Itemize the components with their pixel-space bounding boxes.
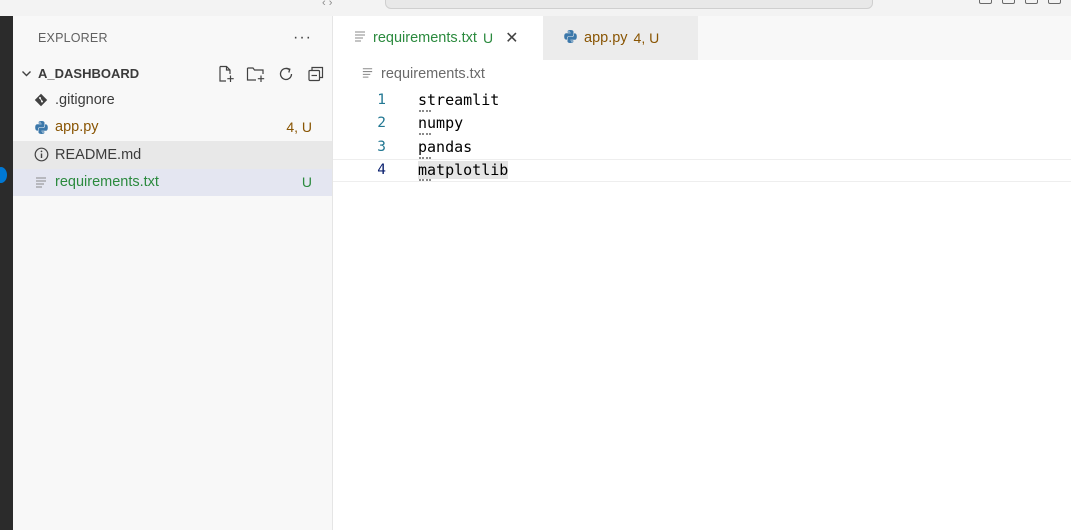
command-center[interactable] — [385, 0, 873, 9]
folder-actions — [215, 63, 326, 84]
editor-area: requirements.txt U ✕ app.py 4, U require… — [333, 16, 1071, 530]
git-status-badge: U — [301, 174, 312, 191]
python-icon — [33, 119, 49, 135]
customize-layout-icon[interactable] — [1048, 0, 1061, 4]
file-item-gitignore[interactable]: .gitignore — [13, 86, 332, 114]
code-line[interactable]: 2 numpy — [333, 112, 1071, 135]
file-item-app-py[interactable]: app.py 4, U — [13, 114, 332, 142]
line-number: 3 — [377, 138, 386, 155]
line-number: 4 — [377, 162, 386, 179]
line-number: 2 — [377, 115, 386, 132]
text-file-icon — [33, 174, 49, 190]
git-status-badge: 4, U — [286, 119, 312, 136]
tab-label: app.py — [584, 30, 628, 46]
close-icon[interactable]: ✕ — [505, 28, 518, 48]
info-icon — [33, 147, 49, 163]
line-text[interactable]: pandas — [418, 138, 472, 156]
tab-app-py[interactable]: app.py 4, U — [543, 16, 698, 60]
file-item-requirements[interactable]: requirements.txt U — [13, 168, 332, 196]
layout-controls — [979, 0, 1061, 4]
folder-name: A_DASHBOARD — [38, 65, 140, 81]
tab-requirements[interactable]: requirements.txt U ✕ — [333, 16, 543, 60]
code-line-current[interactable]: 4 matplotlib — [333, 158, 1071, 182]
nav-arrows[interactable]: ‹ › — [322, 0, 332, 9]
toggle-primary-sidebar-icon[interactable] — [979, 0, 992, 4]
line-number: 1 — [377, 91, 386, 108]
file-name: requirements.txt — [55, 174, 159, 191]
file-name: README.md — [55, 146, 142, 163]
activity-badge — [0, 167, 7, 183]
file-item-readme[interactable]: README.md — [13, 141, 332, 169]
explorer-title: EXPLORER — [38, 31, 108, 45]
hint-squiggle — [419, 178, 431, 181]
more-actions-button[interactable]: ··· — [293, 29, 312, 47]
code-line[interactable]: 1 streamlit — [333, 88, 1071, 112]
title-bar: ‹ › — [0, 0, 1071, 16]
folder-row[interactable]: A_DASHBOARD — [13, 60, 332, 86]
tab-bar: requirements.txt U ✕ app.py 4, U — [333, 16, 1071, 60]
file-name: app.py — [55, 119, 99, 136]
text-file-icon — [353, 29, 367, 47]
tab-git-badge: U — [482, 30, 494, 46]
file-name: .gitignore — [55, 91, 115, 108]
python-icon — [563, 29, 578, 48]
new-folder-icon[interactable] — [245, 63, 266, 84]
code-editor[interactable]: 1 streamlit 2 numpy 3 pandas 4 matplotli… — [333, 88, 1071, 182]
code-line[interactable]: 3 pandas — [333, 135, 1071, 159]
activity-bar — [0, 16, 13, 530]
chevron-down-icon[interactable] — [19, 66, 33, 80]
tab-git-badge: 4, U — [633, 30, 660, 46]
line-text[interactable]: numpy — [418, 114, 463, 132]
line-text[interactable]: matplotlib — [418, 161, 509, 180]
explorer-sidebar: EXPLORER ··· A_DASHBOARD .gitignore app.… — [13, 16, 333, 530]
breadcrumb-file[interactable]: requirements.txt — [381, 66, 485, 82]
refresh-icon[interactable] — [275, 63, 296, 84]
tab-label: requirements.txt — [373, 30, 477, 46]
text-file-icon — [361, 66, 374, 83]
toggle-secondary-sidebar-icon[interactable] — [1025, 0, 1038, 4]
breadcrumb[interactable]: requirements.txt — [333, 60, 1071, 88]
line-text[interactable]: streamlit — [418, 91, 499, 109]
collapse-all-icon[interactable] — [305, 63, 326, 84]
new-file-icon[interactable] — [215, 63, 236, 84]
toggle-panel-icon[interactable] — [1002, 0, 1015, 4]
explorer-header: EXPLORER ··· — [13, 16, 332, 60]
git-icon — [33, 92, 49, 108]
